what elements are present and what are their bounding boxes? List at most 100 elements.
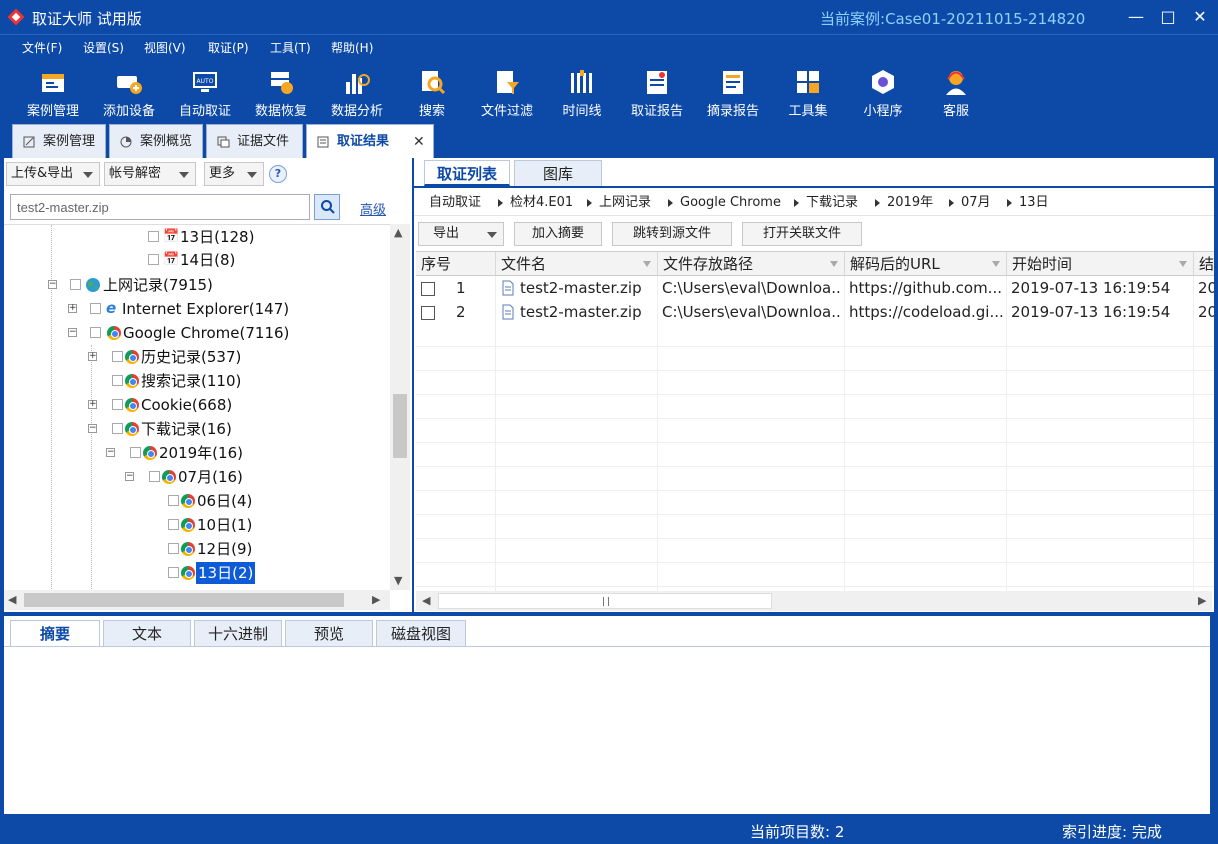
collapse-icon[interactable]: − bbox=[68, 328, 77, 337]
checkbox[interactable] bbox=[149, 471, 160, 482]
toolbar-data-recovery[interactable]: 数据恢复 bbox=[243, 64, 319, 120]
collapse-icon[interactable]: − bbox=[106, 448, 115, 457]
tab-summary[interactable]: 摘要 bbox=[10, 620, 100, 646]
checkbox[interactable] bbox=[70, 279, 81, 290]
menu-tools[interactable]: 工具(T) bbox=[270, 39, 311, 56]
toolbar-excerpt-report[interactable]: 摘录报告 bbox=[695, 64, 771, 120]
filter-icon[interactable] bbox=[643, 261, 651, 267]
toolbar-timeline[interactable]: 时间线 bbox=[544, 64, 620, 120]
scroll-left-icon[interactable]: ◀ bbox=[422, 594, 430, 607]
upload-export-dropdown[interactable]: 上传&导出 bbox=[6, 162, 100, 186]
add-excerpt-button[interactable]: 加入摘要 bbox=[514, 222, 602, 246]
row-checkbox[interactable] bbox=[421, 282, 435, 296]
breadcrumb-item[interactable]: 上网记录 bbox=[599, 190, 651, 216]
scroll-right-icon[interactable]: ▶ bbox=[1198, 594, 1206, 607]
breadcrumb-item[interactable]: 07月 bbox=[961, 190, 991, 216]
checkbox[interactable] bbox=[90, 303, 101, 314]
checkbox[interactable] bbox=[168, 567, 179, 578]
scroll-thumb[interactable] bbox=[393, 394, 407, 458]
row-checkbox[interactable] bbox=[421, 306, 435, 320]
search-button[interactable] bbox=[314, 194, 340, 220]
search-input[interactable] bbox=[10, 194, 310, 220]
menu-view[interactable]: 视图(V) bbox=[144, 39, 186, 56]
tab-text[interactable]: 文本 bbox=[103, 620, 191, 646]
breadcrumb-item[interactable]: 13日 bbox=[1019, 190, 1049, 216]
table-row[interactable]: 1 test2-master.zip C:\Users\eval\Downloa… bbox=[416, 276, 1214, 300]
checkbox[interactable] bbox=[168, 519, 179, 530]
export-button[interactable]: 导出 bbox=[418, 222, 504, 246]
column-header-start-time[interactable]: 开始时间 bbox=[1007, 252, 1194, 276]
checkbox[interactable] bbox=[112, 399, 123, 410]
help-icon[interactable]: ? bbox=[269, 165, 287, 183]
account-decrypt-dropdown[interactable]: 帐号解密 bbox=[104, 162, 196, 186]
tree-vertical-scrollbar[interactable]: ▲ ▼ bbox=[390, 224, 410, 590]
toolbar-add-device[interactable]: 添加设备 bbox=[91, 64, 167, 120]
toolbar-forensics-report[interactable]: 取证报告 bbox=[619, 64, 695, 120]
tab-gallery[interactable]: 图库 bbox=[514, 160, 602, 186]
tab-case-overview[interactable]: 案例概览 bbox=[109, 124, 203, 158]
advanced-search-link[interactable]: 高级 bbox=[360, 199, 386, 218]
scroll-down-icon[interactable]: ▼ bbox=[394, 574, 402, 587]
toolbar-mini-program[interactable]: 小程序 bbox=[845, 64, 921, 120]
menu-file[interactable]: 文件(F) bbox=[22, 39, 62, 56]
column-header-index[interactable]: 序号 bbox=[416, 252, 496, 276]
toolbar-case-management[interactable]: 案例管理 bbox=[15, 64, 91, 120]
expand-icon[interactable]: + bbox=[88, 400, 97, 409]
scroll-left-icon[interactable]: ◀ bbox=[8, 593, 16, 606]
toolbar-data-analysis[interactable]: 数据分析 bbox=[319, 64, 395, 120]
checkbox[interactable] bbox=[148, 254, 159, 265]
checkbox[interactable] bbox=[130, 447, 141, 458]
tab-evidence-files[interactable]: 证据文件 bbox=[206, 124, 303, 158]
column-header-end[interactable]: 结 bbox=[1194, 252, 1214, 276]
toolbar-toolset[interactable]: 工具集 bbox=[770, 64, 846, 120]
checkbox[interactable] bbox=[168, 543, 179, 554]
toolbar-auto-forensics[interactable]: AUTO 自动取证 bbox=[167, 64, 243, 120]
breadcrumb-item[interactable]: Google Chrome bbox=[680, 190, 781, 216]
minimize-button[interactable]: — bbox=[1122, 4, 1150, 30]
filter-icon[interactable] bbox=[830, 261, 838, 267]
tab-forensics-results[interactable]: 取证结果 ✕ bbox=[306, 124, 434, 158]
table-row[interactable]: 2 test2-master.zip C:\Users\eval\Downloa… bbox=[416, 300, 1214, 324]
tab-case-management[interactable]: 案例管理 bbox=[12, 124, 106, 158]
close-tab-icon[interactable]: ✕ bbox=[413, 125, 425, 159]
tab-evidence-list[interactable]: 取证列表 bbox=[424, 160, 510, 186]
checkbox[interactable] bbox=[168, 495, 179, 506]
tree-horizontal-scrollbar[interactable]: ◀ ▶ bbox=[4, 590, 390, 610]
more-dropdown[interactable]: 更多 bbox=[204, 162, 264, 186]
scroll-thumb[interactable] bbox=[438, 593, 772, 609]
checkbox[interactable] bbox=[112, 375, 123, 386]
scroll-thumb[interactable] bbox=[24, 593, 344, 607]
expand-icon[interactable]: + bbox=[68, 304, 77, 313]
menu-settings[interactable]: 设置(S) bbox=[83, 39, 124, 56]
collapse-icon[interactable]: − bbox=[88, 424, 97, 433]
column-header-filename[interactable]: 文件名 bbox=[496, 252, 658, 276]
maximize-button[interactable]: □ bbox=[1154, 4, 1182, 30]
scroll-right-icon[interactable]: ▶ bbox=[372, 593, 380, 606]
expand-icon[interactable]: + bbox=[88, 352, 97, 361]
column-header-url[interactable]: 解码后的URL bbox=[845, 252, 1007, 276]
column-header-path[interactable]: 文件存放路径 bbox=[658, 252, 845, 276]
toolbar-search[interactable]: 搜索 bbox=[394, 64, 470, 120]
collapse-icon[interactable]: − bbox=[125, 472, 134, 481]
table-horizontal-scrollbar[interactable]: ◀ ▶ bbox=[416, 591, 1212, 611]
toolbar-customer-service[interactable]: 客服 bbox=[918, 64, 994, 120]
collapse-icon[interactable]: − bbox=[48, 280, 57, 289]
tab-hex[interactable]: 十六进制 bbox=[194, 620, 282, 646]
breadcrumb-item[interactable]: 2019年 bbox=[887, 190, 933, 216]
filter-icon[interactable] bbox=[992, 261, 1000, 267]
toolbar-file-filter[interactable]: 文件过滤 bbox=[469, 64, 545, 120]
breadcrumb-item[interactable]: 下载记录 bbox=[806, 190, 858, 216]
menu-help[interactable]: 帮助(H) bbox=[331, 39, 373, 56]
close-window-button[interactable]: ✕ bbox=[1186, 4, 1214, 30]
checkbox[interactable] bbox=[148, 231, 159, 242]
checkbox[interactable] bbox=[112, 423, 123, 434]
tab-disk-view[interactable]: 磁盘视图 bbox=[376, 620, 466, 646]
tab-preview[interactable]: 预览 bbox=[285, 620, 373, 646]
menu-forensics[interactable]: 取证(P) bbox=[208, 39, 249, 56]
checkbox[interactable] bbox=[90, 327, 101, 338]
scroll-up-icon[interactable]: ▲ bbox=[394, 226, 402, 239]
checkbox[interactable] bbox=[112, 351, 123, 362]
breadcrumb-item[interactable]: 检材4.E01 bbox=[510, 190, 573, 216]
jump-to-source-button[interactable]: 跳转到源文件 bbox=[612, 222, 732, 246]
open-related-file-button[interactable]: 打开关联文件 bbox=[742, 222, 862, 246]
